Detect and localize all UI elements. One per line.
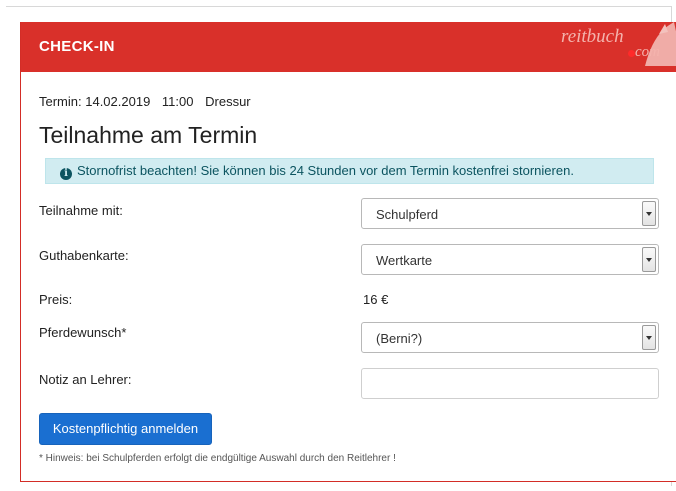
pferdewunsch-value: (Berni?): [376, 331, 423, 346]
hint-text: * Hinweis: bei Schulpferden erfolgt die …: [39, 453, 396, 464]
teilnahme-label: Teilnahme mit:: [39, 203, 123, 218]
chevron-down-icon[interactable]: [642, 201, 656, 226]
preis-value: 16 €: [363, 292, 389, 307]
register-button[interactable]: Kostenpflichtig anmelden: [39, 413, 212, 445]
pferdewunsch-label: Pferdewunsch*: [39, 325, 127, 340]
card-title: CHECK-IN: [39, 38, 115, 55]
alert-text: Stornofrist beachten! Sie können bis 24 …: [77, 163, 574, 178]
guthaben-label: Guthabenkarte:: [39, 248, 129, 263]
cancellation-alert: i Stornofrist beachten! Sie können bis 24…: [45, 158, 654, 184]
info-icon: i: [60, 168, 72, 180]
chevron-down-icon[interactable]: [642, 325, 656, 350]
appointment-meta: Termin: 14.02.2019 11:00 Dressur: [39, 94, 259, 109]
checkin-card: CHECK-IN reitbuch com Termin: 14.02.2019…: [20, 22, 676, 482]
logo-text: reitbuch: [561, 26, 624, 47]
teilnahme-value: Schulpferd: [376, 207, 439, 222]
card-header: CHECK-IN reitbuch com: [21, 22, 676, 72]
logo-dot: [628, 50, 635, 57]
reitbuch-logo: reitbuch com: [553, 16, 676, 72]
appointment-time: 11:00: [161, 94, 194, 109]
page-title: Teilnahme am Termin: [39, 122, 258, 148]
logo-text-suffix: com: [635, 44, 660, 60]
guthaben-select[interactable]: Wertkarte: [361, 244, 659, 275]
pferdewunsch-select[interactable]: (Berni?): [361, 322, 659, 353]
guthaben-value: Wertkarte: [376, 253, 433, 268]
appointment-type: Dressur: [205, 94, 251, 109]
notiz-label: Notiz an Lehrer:: [39, 372, 132, 387]
preis-label: Preis:: [39, 292, 73, 307]
teilnahme-select[interactable]: Schulpferd: [361, 198, 659, 229]
chevron-down-icon[interactable]: [642, 247, 656, 272]
appointment-date: Termin: 14.02.2019: [39, 94, 151, 109]
notiz-input[interactable]: [361, 368, 659, 399]
frame-top-border: [6, 6, 672, 7]
